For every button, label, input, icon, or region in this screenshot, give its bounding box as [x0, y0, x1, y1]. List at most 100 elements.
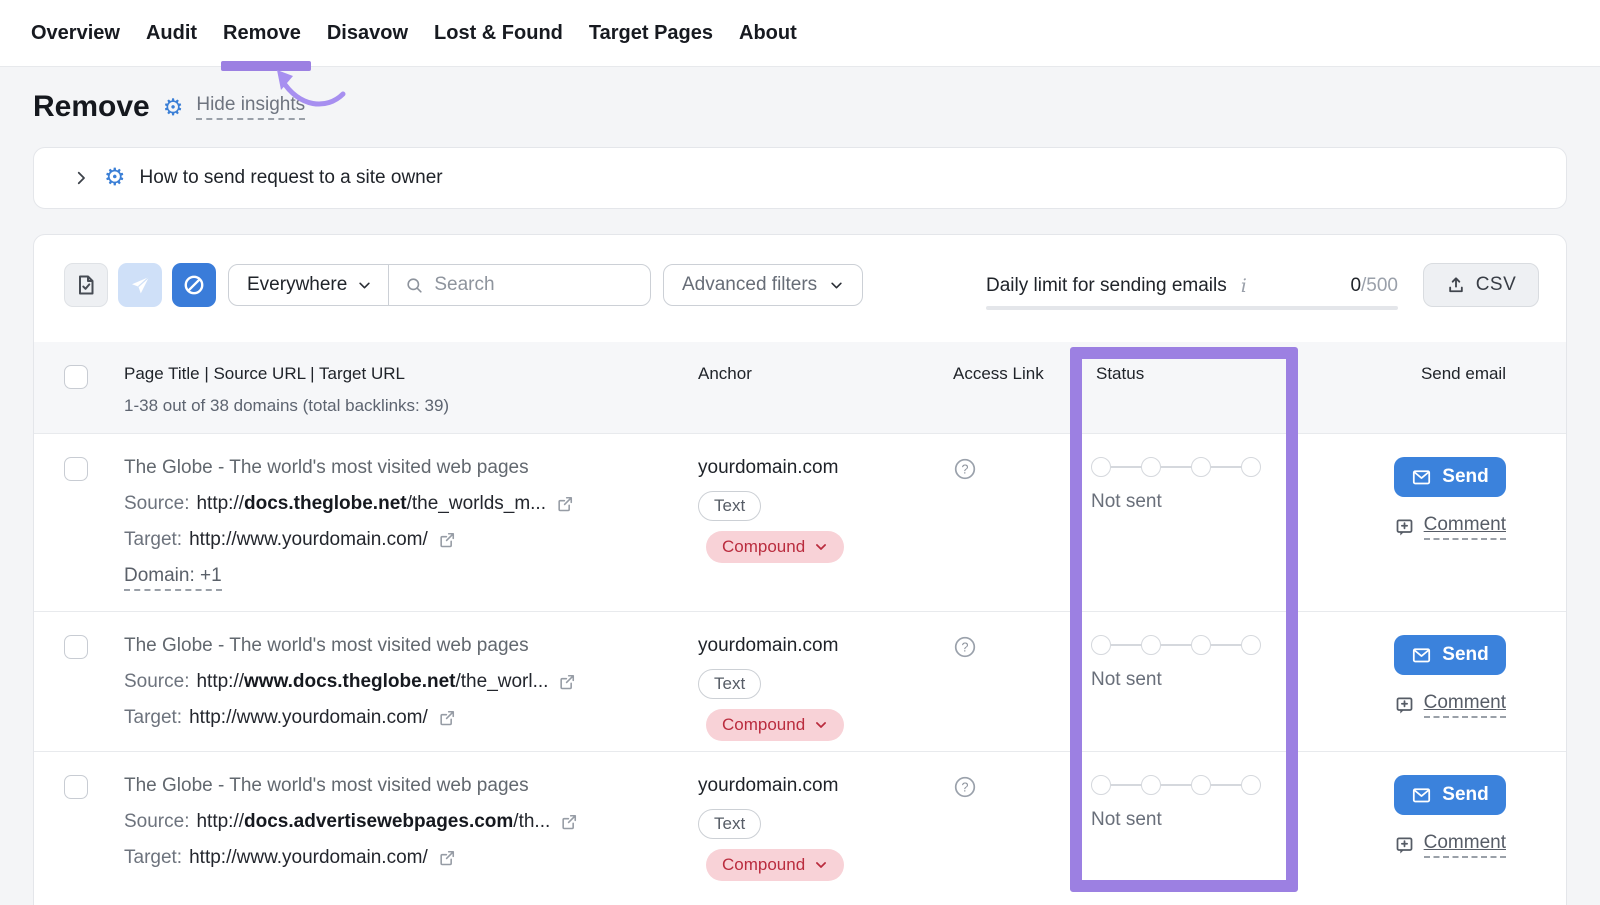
search-input[interactable]: [434, 274, 634, 296]
annotation-arrow-icon: [265, 66, 357, 114]
select-all-checkbox[interactable]: [64, 365, 88, 389]
comment-link[interactable]: Comment: [1394, 514, 1506, 540]
scope-select[interactable]: Everywhere: [229, 265, 388, 305]
envelope-icon: [1411, 785, 1432, 806]
tab-lost-and-found[interactable]: Lost & Found: [434, 0, 563, 66]
compound-badge-label: Compound: [722, 715, 805, 735]
source-url: http://docs.advertisewebpages.com/th...: [196, 811, 550, 833]
send-label: Send: [1442, 784, 1488, 806]
comment-plus-icon: [1394, 517, 1415, 538]
chevron-right-icon: [72, 169, 90, 187]
block-button[interactable]: [172, 263, 216, 307]
comment-plus-icon: [1394, 695, 1415, 716]
external-link-icon[interactable]: [437, 848, 457, 868]
page-title-cell: The Globe - The world's most visited web…: [124, 635, 698, 657]
gear-icon: ⚙: [104, 166, 126, 190]
domain-more-link[interactable]: Domain: +1: [124, 565, 222, 591]
tab-about[interactable]: About: [739, 0, 797, 66]
status-stepper: [1091, 635, 1341, 655]
target-url-line: Target: http://www.yourdomain.com/: [124, 707, 698, 729]
column-header-page-title: Page Title | Source URL | Target URL: [124, 364, 698, 384]
comment-label: Comment: [1424, 514, 1506, 540]
compound-badge[interactable]: Compound: [706, 531, 844, 563]
svg-text:?: ?: [962, 640, 969, 654]
block-icon: [181, 272, 207, 298]
export-report-button[interactable]: [64, 263, 108, 307]
advanced-filters-dropdown[interactable]: Advanced filters: [663, 264, 863, 306]
compound-badge[interactable]: Compound: [706, 849, 844, 881]
row-checkbox[interactable]: [64, 457, 88, 481]
tab-target-pages[interactable]: Target Pages: [589, 0, 713, 66]
tab-disavow[interactable]: Disavow: [327, 0, 408, 66]
chevron-down-icon: [829, 278, 844, 293]
how-to-accordion[interactable]: ⚙ How to send request to a site owner: [33, 147, 1567, 209]
source-url: http://docs.theglobe.net/the_worlds_m...: [196, 493, 546, 515]
report-tabs: Overview Audit Remove Disavow Lost & Fou…: [0, 0, 1600, 67]
target-label: Target:: [124, 847, 182, 869]
send-label: Send: [1442, 466, 1488, 488]
page-title: Remove: [33, 90, 150, 124]
tab-audit[interactable]: Audit: [146, 0, 197, 66]
source-label: Source:: [124, 493, 189, 515]
target-label: Target:: [124, 529, 182, 551]
send-emails-button-disabled[interactable]: [118, 263, 162, 307]
external-link-icon[interactable]: [555, 494, 575, 514]
table-row: The Globe - The world's most visited web…: [34, 611, 1566, 751]
row-checkbox[interactable]: [64, 775, 88, 799]
tab-overview[interactable]: Overview: [31, 0, 120, 66]
column-header-status: Status: [1091, 364, 1341, 433]
scope-value: Everywhere: [247, 274, 347, 296]
send-email-button[interactable]: Send: [1394, 457, 1506, 497]
column-header-access-link: Access Link: [953, 364, 1091, 433]
chevron-down-icon: [814, 540, 828, 554]
row-checkbox[interactable]: [64, 635, 88, 659]
anchor-type-badge: Text: [698, 669, 761, 699]
page-title-cell: The Globe - The world's most visited web…: [124, 457, 698, 479]
daily-limit: Daily limit for sending emails i 0/500: [986, 275, 1398, 310]
daily-limit-label: Daily limit for sending emails: [986, 275, 1227, 297]
table-toolbar: Everywhere Advanced filters: [34, 235, 1566, 342]
question-circle-icon[interactable]: ?: [953, 775, 977, 799]
backlinks-table-card: Everywhere Advanced filters: [33, 234, 1567, 905]
source-url-line: Source: http://www.docs.theglobe.net/the…: [124, 671, 698, 693]
anchor-type-badge: Text: [698, 809, 761, 839]
send-label: Send: [1442, 644, 1488, 666]
info-icon[interactable]: i: [1241, 275, 1247, 297]
tab-remove[interactable]: Remove: [223, 0, 301, 66]
anchor-text: yourdomain.com: [698, 457, 953, 479]
question-circle-icon[interactable]: ?: [953, 457, 977, 481]
table-row: The Globe - The world's most visited web…: [34, 751, 1566, 905]
external-link-icon[interactable]: [437, 708, 457, 728]
anchor-text: yourdomain.com: [698, 775, 953, 797]
send-email-button[interactable]: Send: [1394, 635, 1506, 675]
comment-link[interactable]: Comment: [1394, 832, 1506, 858]
column-header-send-email: Send email: [1341, 364, 1566, 433]
question-circle-icon[interactable]: ?: [953, 635, 977, 659]
external-link-icon[interactable]: [437, 530, 457, 550]
send-email-button[interactable]: Send: [1394, 775, 1506, 815]
comment-link[interactable]: Comment: [1394, 692, 1506, 718]
svg-text:?: ?: [962, 462, 969, 476]
external-link-icon[interactable]: [557, 672, 577, 692]
upload-icon: [1446, 275, 1466, 295]
page-title-cell: The Globe - The world's most visited web…: [124, 775, 698, 797]
compound-badge[interactable]: Compound: [706, 709, 844, 741]
comment-label: Comment: [1424, 832, 1506, 858]
source-url: http://www.docs.theglobe.net/the_worl...: [196, 671, 548, 693]
compound-badge-label: Compound: [722, 855, 805, 875]
target-url: http://www.yourdomain.com/: [189, 847, 428, 869]
export-csv-button[interactable]: CSV: [1423, 263, 1539, 307]
document-check-icon: [74, 273, 98, 297]
gear-icon: ⚙: [163, 96, 184, 119]
compound-badge-label: Compound: [722, 537, 805, 557]
csv-label: CSV: [1476, 274, 1517, 296]
accordion-label: How to send request to a site owner: [140, 167, 443, 189]
svg-text:?: ?: [962, 780, 969, 794]
envelope-icon: [1411, 645, 1432, 666]
target-url: http://www.yourdomain.com/: [189, 529, 428, 551]
envelope-icon: [1411, 467, 1432, 488]
source-url-line: Source: http://docs.advertisewebpages.co…: [124, 811, 698, 833]
external-link-icon[interactable]: [559, 812, 579, 832]
status-stepper: [1091, 457, 1341, 477]
anchor-text: yourdomain.com: [698, 635, 953, 657]
